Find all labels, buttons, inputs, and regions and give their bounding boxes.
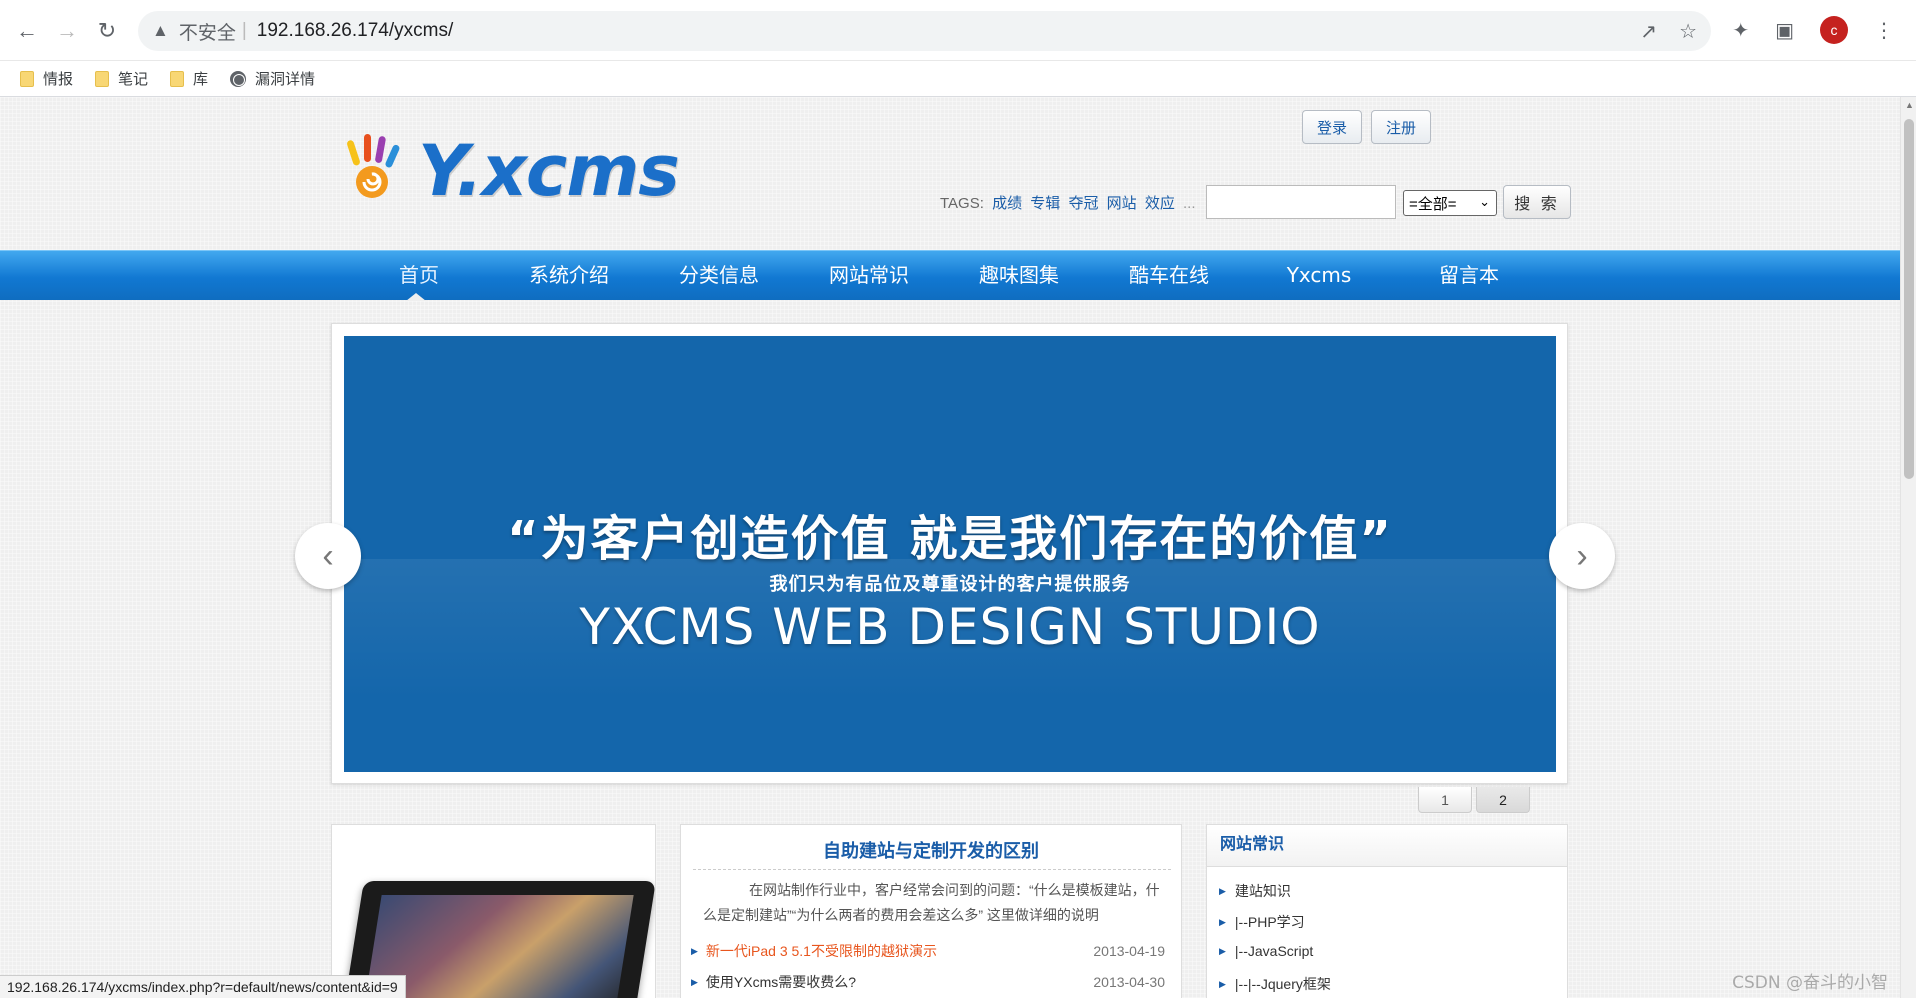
register-button[interactable]: 注册: [1371, 110, 1432, 144]
login-button[interactable]: 登录: [1302, 110, 1363, 144]
nav-item-cars[interactable]: 酷车在线: [1094, 251, 1244, 301]
chevron-down-icon: ⌄: [1479, 194, 1490, 209]
main-nav: 首页 系统介绍 分类信息 网站常识 趣味图集 酷车在线 Yxcms 留言本: [0, 250, 1900, 301]
search-scope-select[interactable]: =全部= ⌄: [1403, 190, 1497, 216]
sidebar-item-label: |--|--Jquery框架: [1234, 976, 1331, 992]
bullet-icon: ▶: [1219, 916, 1226, 927]
logo-hand-icon: [347, 134, 400, 198]
sidebar-title[interactable]: 网站常识: [1207, 825, 1567, 867]
bookmark-label: 笔记: [118, 71, 149, 88]
extensions-icon[interactable]: ✦: [1732, 18, 1749, 43]
insecure-label: 不安全: [178, 22, 236, 44]
banner-slide[interactable]: “为客户创造价值 就是我们存在的价值” 我们只为有品位及尊重设计的客户提供服务 …: [344, 336, 1556, 772]
url-text: 192.168.26.174/yxcms/: [256, 20, 454, 41]
slider-page-2[interactable]: 2: [1476, 787, 1530, 813]
sidebar-item[interactable]: ▶ |--JavaScript: [1219, 943, 1313, 959]
chevron-left-icon: ‹: [322, 536, 334, 575]
status-bar-url: 192.168.26.174/yxcms/index.php?r=default…: [0, 975, 406, 998]
back-icon[interactable]: ←: [14, 14, 40, 48]
sidebar-item-label: |--PHP学习: [1234, 914, 1305, 930]
divider: [693, 869, 1171, 870]
news-item-date: 2013-04-30: [1093, 974, 1165, 990]
globe-icon: [230, 70, 247, 87]
bullet-icon: ▶: [691, 976, 698, 987]
slide-subline: 我们只为有品位及尊重设计的客户提供服务: [769, 574, 1131, 595]
tags-more[interactable]: ...: [1183, 195, 1196, 212]
tag-link[interactable]: 夺冠: [1068, 195, 1098, 212]
separator: |: [241, 20, 247, 41]
news-item-title[interactable]: 使用YXcms需要收费么?: [706, 972, 856, 992]
share-icon[interactable]: ↗: [1640, 19, 1657, 44]
web-page: Y.xcms 登录 注册 TAGS: 成绩 专辑 夺冠 网站 效应 ... =全…: [0, 97, 1900, 998]
tag-link[interactable]: 成绩: [992, 195, 1022, 212]
tags-bar: TAGS: 成绩 专辑 夺冠 网站 效应 ...: [940, 192, 1196, 213]
tags-label: TAGS:: [940, 195, 984, 212]
news-item[interactable]: ▶ 新一代iPad 3 5.1不受限制的越狱演示 2013-04-19: [691, 940, 1165, 962]
nav-item-gallery[interactable]: 趣味图集: [944, 251, 1094, 301]
bookmark-item[interactable]: 漏洞详情: [230, 68, 315, 89]
slide-studio: YXCMS WEB DESIGN STUDIO: [579, 598, 1321, 656]
sidebar-item[interactable]: ▶ 建站知识: [1219, 881, 1291, 901]
sidebar-item-label: 建站知识: [1234, 883, 1291, 899]
watermark: CSDN @奋斗的小智: [1732, 973, 1888, 993]
bookmark-item[interactable]: 库: [170, 68, 208, 89]
side-panel-icon[interactable]: ▣: [1775, 18, 1794, 43]
news-item-title[interactable]: 新一代iPad 3 5.1不受限制的越狱演示: [706, 941, 937, 961]
nav-item-yxcms[interactable]: Yxcms: [1244, 251, 1394, 301]
bookmark-item[interactable]: 情报: [20, 68, 73, 89]
tag-link[interactable]: 网站: [1107, 195, 1137, 212]
folder-icon: [95, 70, 110, 87]
reload-icon[interactable]: ↻: [94, 14, 120, 48]
sidebar-box: 网站常识 ▶ 建站知识 ▶ |--PHP学习 ▶ |--JavaScript ▶ |--…: [1206, 824, 1568, 998]
sidebar-item[interactable]: ▶ |--PHP学习: [1219, 912, 1305, 932]
news-item-date: 2013-04-19: [1093, 943, 1165, 959]
bullet-icon: ▶: [691, 945, 698, 956]
logo-text: Y.xcms: [418, 130, 680, 212]
slide-headline: “为客户创造价值 就是我们存在的价值”: [507, 511, 1393, 567]
search-input[interactable]: [1206, 185, 1396, 219]
featured-summary: 在网站制作行业中，客户经常会问到的问题：“什么是模板建站，什么是定制建站”“为什…: [703, 882, 1160, 923]
slider-page-1[interactable]: 1: [1418, 787, 1472, 813]
chevron-right-icon: ›: [1576, 536, 1588, 575]
address-bar[interactable]: ▲ 不安全 | 192.168.26.174/yxcms/ ↗ ☆: [138, 11, 1711, 51]
bookmark-label: 情报: [43, 71, 74, 88]
featured-title[interactable]: 自助建站与定制开发的区别: [681, 837, 1181, 863]
sidebar-item[interactable]: ▶ |--|--Jquery框架: [1219, 974, 1331, 994]
bullet-icon: ▶: [1219, 978, 1226, 989]
slider-next-button[interactable]: ›: [1549, 523, 1615, 589]
warning-icon: ▲: [152, 21, 169, 40]
folder-icon: [20, 70, 34, 87]
scroll-up-icon[interactable]: ▲: [1905, 100, 1914, 110]
scroll-thumb[interactable]: [1904, 119, 1914, 479]
nav-item-category[interactable]: 分类信息: [644, 251, 794, 301]
nav-item-knowledge[interactable]: 网站常识: [794, 251, 944, 301]
featured-image-box[interactable]: [331, 824, 656, 998]
nav-item-guestbook[interactable]: 留言本: [1394, 251, 1544, 301]
bookmark-label: 库: [193, 71, 209, 88]
bullet-icon: ▶: [1219, 885, 1226, 896]
bookmark-item[interactable]: 笔记: [95, 68, 148, 89]
bookmarks-bar: 情报 笔记 库 漏洞详情: [0, 61, 1916, 97]
nav-item-home[interactable]: 首页: [344, 251, 494, 301]
menu-icon[interactable]: ⋮: [1874, 18, 1894, 43]
news-item[interactable]: ▶ 使用YXcms需要收费么? 2013-04-30: [691, 971, 1165, 993]
nav-item-intro[interactable]: 系统介绍: [494, 251, 644, 301]
site-logo[interactable]: Y.xcms: [336, 130, 680, 212]
folder-icon: [170, 70, 185, 87]
slider-prev-button[interactable]: ‹: [295, 523, 361, 589]
featured-news-box: 自助建站与定制开发的区别 在网站制作行业中，客户经常会问到的问题：“什么是模板建…: [680, 824, 1182, 998]
bookmark-star-icon[interactable]: ☆: [1679, 19, 1697, 44]
page-scrollbar[interactable]: ▲: [1900, 97, 1916, 998]
tag-link[interactable]: 效应: [1145, 195, 1175, 212]
search-button[interactable]: 搜 索: [1503, 185, 1571, 219]
banner-slider: “为客户创造价值 就是我们存在的价值” 我们只为有品位及尊重设计的客户提供服务 …: [331, 323, 1568, 784]
tag-link[interactable]: 专辑: [1030, 195, 1060, 212]
browser-toolbar: ← → ↻ ▲ 不安全 | 192.168.26.174/yxcms/ ↗ ☆ …: [0, 0, 1916, 61]
forward-icon[interactable]: →: [54, 14, 80, 48]
search-scope-value: =全部=: [1409, 195, 1457, 213]
bullet-icon: ▶: [1219, 945, 1226, 956]
avatar[interactable]: c: [1820, 16, 1848, 44]
bookmark-label: 漏洞详情: [255, 71, 316, 88]
sidebar-item-label: |--JavaScript: [1234, 943, 1314, 959]
